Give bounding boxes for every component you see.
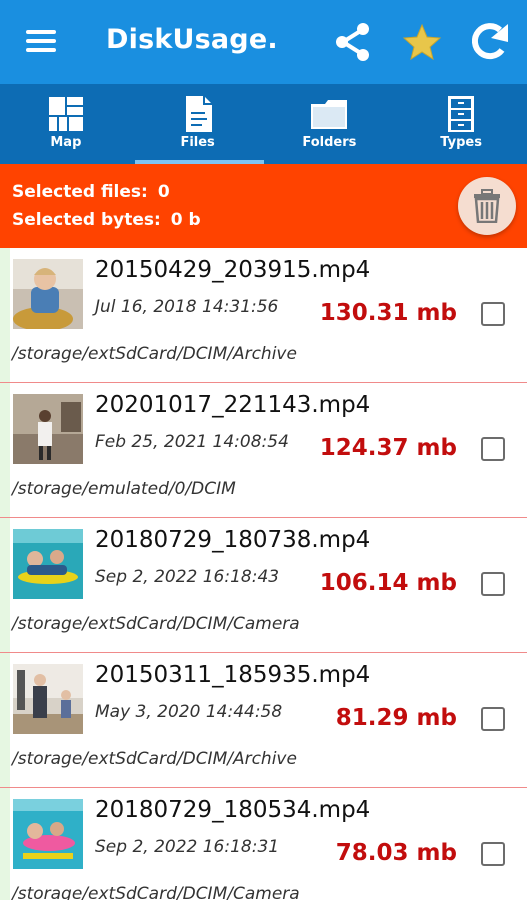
selected-files-row: Selected files: 0: [12, 182, 170, 202]
file-size: 81.29 mb: [335, 705, 457, 731]
app-bar: DiskUsage.: [0, 0, 527, 84]
file-date: Sep 2, 2022 16:18:43: [95, 567, 280, 587]
star-icon[interactable]: [402, 22, 442, 62]
video-thumbnail: [13, 259, 83, 329]
delete-button[interactable]: [458, 177, 516, 235]
menu-icon[interactable]: [26, 30, 56, 52]
selection-bar: Selected files: 0 Selected bytes: 0 b: [0, 164, 527, 248]
file-date: Feb 25, 2021 14:08:54: [95, 432, 289, 452]
selected-files-value: 0: [157, 182, 170, 202]
select-checkbox[interactable]: [481, 842, 505, 866]
selected-files-label: Selected files:: [12, 182, 148, 202]
refresh-icon[interactable]: [468, 20, 514, 64]
file-date: Sep 2, 2022 16:18:31: [95, 837, 280, 857]
file-name: 20150311_185935.mp4: [95, 662, 371, 688]
tab-bar: Map Files Folders Types: [0, 84, 527, 164]
file-list[interactable]: 20150429_203915.mp4 Jul 16, 2018 14:31:5…: [0, 248, 527, 900]
select-checkbox[interactable]: [481, 707, 505, 731]
file-size: 106.14 mb: [319, 570, 457, 596]
tab-folders[interactable]: Folders: [264, 84, 396, 164]
file-size: 130.31 mb: [319, 300, 457, 326]
list-item[interactable]: 20150429_203915.mp4 Jul 16, 2018 14:31:5…: [0, 248, 527, 383]
file-name: 20180729_180738.mp4: [95, 527, 371, 553]
tab-label: Folders: [302, 135, 357, 150]
selected-bytes-row: Selected bytes: 0 b: [12, 210, 201, 230]
share-icon[interactable]: [334, 22, 372, 62]
tab-label: Types: [440, 135, 482, 150]
file-name: 20201017_221143.mp4: [95, 392, 371, 418]
file-path: /storage/extSdCard/DCIM/Archive: [12, 749, 297, 769]
cabinet-icon: [441, 94, 481, 134]
tab-files[interactable]: Files: [132, 84, 264, 164]
list-item[interactable]: 20180729_180534.mp4 Sep 2, 2022 16:18:31…: [0, 788, 527, 900]
file-name: 20150429_203915.mp4: [95, 257, 371, 283]
tab-label: Files: [180, 135, 215, 150]
video-thumbnail: [13, 529, 83, 599]
tab-types[interactable]: Types: [395, 84, 527, 164]
file-date: May 3, 2020 14:44:58: [95, 702, 283, 722]
folder-icon: [309, 94, 349, 134]
video-thumbnail: [13, 799, 83, 869]
video-thumbnail: [13, 664, 83, 734]
list-item[interactable]: 20180729_180738.mp4 Sep 2, 2022 16:18:43…: [0, 518, 527, 653]
tab-label: Map: [50, 135, 82, 150]
select-checkbox[interactable]: [481, 302, 505, 326]
tab-map[interactable]: Map: [0, 84, 132, 164]
file-size: 124.37 mb: [319, 435, 457, 461]
video-thumbnail: [13, 394, 83, 464]
map-icon: [46, 94, 86, 134]
file-name: 20180729_180534.mp4: [95, 797, 371, 823]
file-path: /storage/extSdCard/DCIM/Archive: [12, 344, 297, 364]
file-size: 78.03 mb: [335, 840, 457, 866]
app-title: DiskUsage.: [106, 24, 278, 55]
file-date: Jul 16, 2018 14:31:56: [95, 297, 279, 317]
file-path: /storage/extSdCard/DCIM/Camera: [12, 614, 300, 634]
list-item[interactable]: 20201017_221143.mp4 Feb 25, 2021 14:08:5…: [0, 383, 527, 518]
selected-bytes-label: Selected bytes:: [12, 210, 161, 230]
file-icon: [178, 94, 218, 134]
selected-bytes-value: 0 b: [170, 210, 201, 230]
trash-icon: [474, 189, 500, 223]
select-checkbox[interactable]: [481, 572, 505, 596]
list-item[interactable]: 20150311_185935.mp4 May 3, 2020 14:44:58…: [0, 653, 527, 788]
file-path: /storage/extSdCard/DCIM/Camera: [12, 884, 300, 900]
select-checkbox[interactable]: [481, 437, 505, 461]
file-path: /storage/emulated/0/DCIM: [12, 479, 236, 499]
